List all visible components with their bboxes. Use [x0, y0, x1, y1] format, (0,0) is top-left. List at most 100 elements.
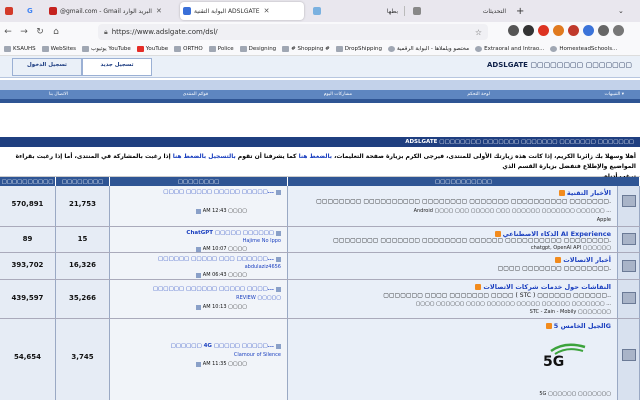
- forum-desc: ▢▢▢▢ ▢▢▢▢▢▢▢ ▢▢▢▢▢▢▢▢.: [497, 265, 611, 272]
- thread-count: 16,326: [68, 261, 96, 269]
- bookmark-item[interactable]: # Shopping #: [282, 45, 330, 52]
- main-nav: التنبيهات ▾ لوحة التحكم مشاركات اليوم قو…: [0, 90, 640, 99]
- last-post-date: AM 12:43 ▢▢▢▢: [195, 208, 247, 214]
- last-post-user[interactable]: Hajime No Ippo: [243, 238, 281, 244]
- rss-icon[interactable]: [545, 323, 552, 329]
- tab-4[interactable]: بطها: [310, 2, 402, 20]
- extension-icon[interactable]: [583, 25, 594, 36]
- close-icon[interactable]: ✕: [156, 7, 162, 15]
- subforums[interactable]: STC - Zain - Mobily ▢▢▢▢▢▢▢: [530, 309, 611, 315]
- globe-icon: [387, 45, 395, 52]
- extension-icon[interactable]: [508, 25, 519, 36]
- forum-title[interactable]: أخبار الاتصالات: [555, 256, 611, 264]
- last-post-title[interactable]: ChatGPT ▢▢▢▢▢ ▢▢▢▢▢▢: [186, 230, 281, 236]
- bookmarks-bar: KSAUHS WebSites يوتيوب YouTube YouTube O…: [0, 42, 640, 56]
- forward-icon[interactable]: →: [16, 27, 32, 37]
- forum-title[interactable]: النقاشات حول خدمات شركات الاتصالات: [475, 283, 611, 291]
- extension-icon[interactable]: [523, 25, 534, 36]
- table-row: 393,702 16,326 ▢▢▢▢▢▢ ▢▢▢▢▢ ▢▢▢ ▢▢▢▢▢▢..…: [0, 253, 640, 280]
- tab-google[interactable]: G: [24, 2, 42, 20]
- subforums[interactable]: Android ▢▢▢▢ ▢▢▢ ▢▢▢▢▢ ▢▢▢ ▢▢▢▢▢▢ ▢▢▢▢▢▢…: [414, 208, 611, 214]
- goto-post-icon[interactable]: [195, 272, 201, 278]
- extension-icon[interactable]: [568, 25, 579, 36]
- nav-today-posts[interactable]: مشاركات اليوم: [324, 92, 352, 97]
- welcome-notice: أهلا وسهلا بك زائرنا الكريم، إذا كانت هذ…: [0, 147, 640, 180]
- rss-icon[interactable]: [555, 257, 562, 263]
- tab-adslgate[interactable]: البوابة التقنية ADSLGATE ✕: [180, 2, 304, 20]
- extension-icon[interactable]: [538, 25, 549, 36]
- forum-page: تسجيل الدخول تسجيل جديد ADSLGATE ▢▢▢▢▢▢▢…: [0, 56, 640, 400]
- bookmark-item[interactable]: Extraoral and Intrao...: [475, 45, 544, 52]
- subforums[interactable]: ▢▢▢▢ ▢▢▢▢▢▢ ▢▢▢▢ ▢▢▢▢▢▢ ▢▢▢▢▢ ▢▢▢▢▢▢ ▢▢▢…: [416, 301, 611, 307]
- gmail-icon: [49, 7, 57, 15]
- breadcrumb: ADSLGATE ▢▢▢▢▢▢▢▢ ▢▢▢▢▢▢▢ ▢▢▢▢▢▢▢ ▢▢▢▢▢▢…: [0, 137, 640, 147]
- globe-icon: [475, 45, 483, 52]
- folder-icon: [174, 45, 182, 52]
- extension-icon[interactable]: [553, 25, 564, 36]
- bookmark-item[interactable]: Police: [208, 45, 234, 52]
- bookmark-item[interactable]: WebSites: [41, 45, 76, 52]
- bookmark-item[interactable]: YouTube: [136, 45, 168, 52]
- extensions-toolbar: [508, 25, 624, 36]
- last-post-user[interactable]: REVIEW ▢▢▢▢▢: [236, 295, 281, 301]
- last-post-title[interactable]: ▢▢▢▢▢▢ ▢▢▢▢▢ ▢▢▢ ▢▢▢▢▢▢...: [158, 256, 281, 262]
- rss-icon[interactable]: [475, 284, 482, 290]
- nav-alerts[interactable]: التنبيهات ▾: [605, 92, 624, 97]
- forum-status-icon: [622, 349, 636, 361]
- last-post-user[interactable]: Clamour of Silence: [234, 352, 281, 358]
- subforums[interactable]: chatgpt, OpenAI API ▢▢▢▢▢▢: [531, 245, 611, 251]
- goto-post-icon[interactable]: [195, 246, 201, 252]
- last-post-title[interactable]: ▢▢▢▢▢▢ 4G ▢▢▢▢▢ ▢▢▢▢▢...: [171, 343, 281, 349]
- nav-spacer: [0, 80, 640, 90]
- forum-title[interactable]: الجيل الخامس 5G: [545, 322, 611, 330]
- goto-post-icon[interactable]: [195, 361, 201, 367]
- goto-post-icon[interactable]: [195, 208, 201, 214]
- tab-favicon: [413, 7, 421, 15]
- last-post-title[interactable]: ▢▢▢▢▢▢ ▢▢▢▢▢▢ ▢▢▢▢▢ ▢▢▢▢...: [153, 286, 281, 292]
- goto-post-icon[interactable]: [195, 304, 201, 310]
- subforums[interactable]: 5G ▢▢▢▢▢▢ ▢▢▢▢▢▢▢: [539, 391, 611, 397]
- table-row: 54,654 3,745 ▢▢▢▢▢▢ 4G ▢▢▢▢▢ ▢▢▢▢▢... Cl…: [0, 319, 640, 400]
- subforums[interactable]: Apple: [597, 217, 611, 223]
- bookmark-item[interactable]: يوتيوب YouTube: [82, 45, 131, 52]
- last-post-user[interactable]: abdulaziz4656: [245, 264, 281, 270]
- tab-favicon: [5, 7, 13, 15]
- forum-title[interactable]: الأخبار التقنية: [558, 189, 611, 197]
- nav-control-panel[interactable]: لوحة التحكم: [467, 92, 490, 97]
- thread-count: 35,266: [68, 294, 96, 302]
- reload-icon[interactable]: ↻: [32, 27, 48, 37]
- forum-desc: ▢▢▢▢▢▢▢ ▢▢▢▢ ▢▢▢▢▢▢▢ ▢▢▢▢ ( STC ) ▢▢▢▢▢▢…: [383, 292, 611, 299]
- register-link[interactable]: بالتسجيل بالضغط هنا: [173, 153, 236, 160]
- profile-icon[interactable]: [598, 25, 609, 36]
- tab-5[interactable]: التحديثات: [410, 2, 510, 20]
- close-icon[interactable]: ✕: [264, 7, 270, 15]
- last-post-date: AM 11:35 ▢▢▢▢: [195, 361, 247, 367]
- bookmark-item[interactable]: ORTHO: [174, 45, 203, 52]
- register-tab[interactable]: تسجيل جديد: [82, 58, 152, 76]
- rss-icon[interactable]: [558, 190, 565, 196]
- bookmark-item[interactable]: Designing: [239, 45, 276, 52]
- bookmark-star-icon[interactable]: ☆: [475, 28, 482, 37]
- tab-gmail[interactable]: @gmail.com - Gmail البريد الوارد ✕: [46, 2, 174, 20]
- tab-favicon: [313, 7, 321, 15]
- bookmark-item[interactable]: مختصو ويلملاها - البوابة الرقمية: [387, 45, 469, 52]
- address-bar[interactable]: 🔒︎ https://www.adslgate.com/dsl/ ☆: [98, 24, 488, 40]
- login-tab[interactable]: تسجيل الدخول: [12, 58, 82, 76]
- home-icon[interactable]: ⌂: [48, 27, 64, 37]
- folder-icon: [282, 45, 290, 52]
- chevron-down-icon[interactable]: ⌄: [618, 2, 632, 20]
- col-header-threads: ▢▢▢▢▢▢▢▢: [56, 177, 110, 186]
- nav-contact[interactable]: الاتصال بنا: [49, 92, 68, 97]
- nav-forum-list[interactable]: قوائم المنتدى: [183, 92, 208, 97]
- menu-icon[interactable]: [613, 25, 624, 36]
- faq-link[interactable]: بالضغط هنا: [299, 153, 332, 160]
- new-tab-button[interactable]: +: [516, 2, 530, 20]
- tab-0[interactable]: [2, 2, 20, 20]
- ad-area: [0, 103, 640, 137]
- last-post-title[interactable]: ▢▢▢▢ ▢▢▢▢▢ ▢▢▢▢▢ ▢▢▢▢▢...: [163, 189, 281, 195]
- bookmark-item[interactable]: DropShipping: [335, 45, 382, 52]
- forum-status-icon: [622, 260, 636, 272]
- back-icon[interactable]: ←: [0, 27, 16, 37]
- bookmark-item[interactable]: HomesteadSchools...: [550, 45, 617, 52]
- bookmark-item[interactable]: KSAUHS: [4, 45, 36, 52]
